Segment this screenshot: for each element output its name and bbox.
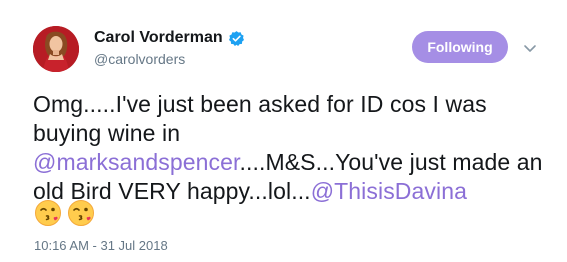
verified-badge-icon (228, 30, 245, 47)
author-display-name[interactable]: Carol Vorderman (94, 29, 223, 47)
face-throwing-kiss-icon (67, 199, 95, 227)
mention-link[interactable]: @marksandspencer (33, 149, 240, 175)
mention-link[interactable]: @ThisisDavina (311, 178, 467, 204)
tweet-card: Carol Vorderman @carolvorders Following … (0, 0, 567, 262)
avatar[interactable] (33, 26, 79, 72)
tweet-text: Omg.....I've just been asked for ID cos … (33, 90, 543, 206)
author-handle[interactable]: @carolvorders (94, 51, 185, 67)
author-name-row: Carol Vorderman (94, 29, 245, 47)
face-throwing-kiss-icon (34, 199, 62, 227)
emoji-row (34, 199, 95, 227)
tweet-timestamp[interactable]: 10:16 AM - 31 Jul 2018 (34, 238, 168, 253)
following-button[interactable]: Following (412, 31, 508, 63)
chevron-down-icon[interactable] (521, 39, 539, 57)
tweet-text-part: Omg.....I've just been asked for ID cos … (33, 91, 487, 146)
